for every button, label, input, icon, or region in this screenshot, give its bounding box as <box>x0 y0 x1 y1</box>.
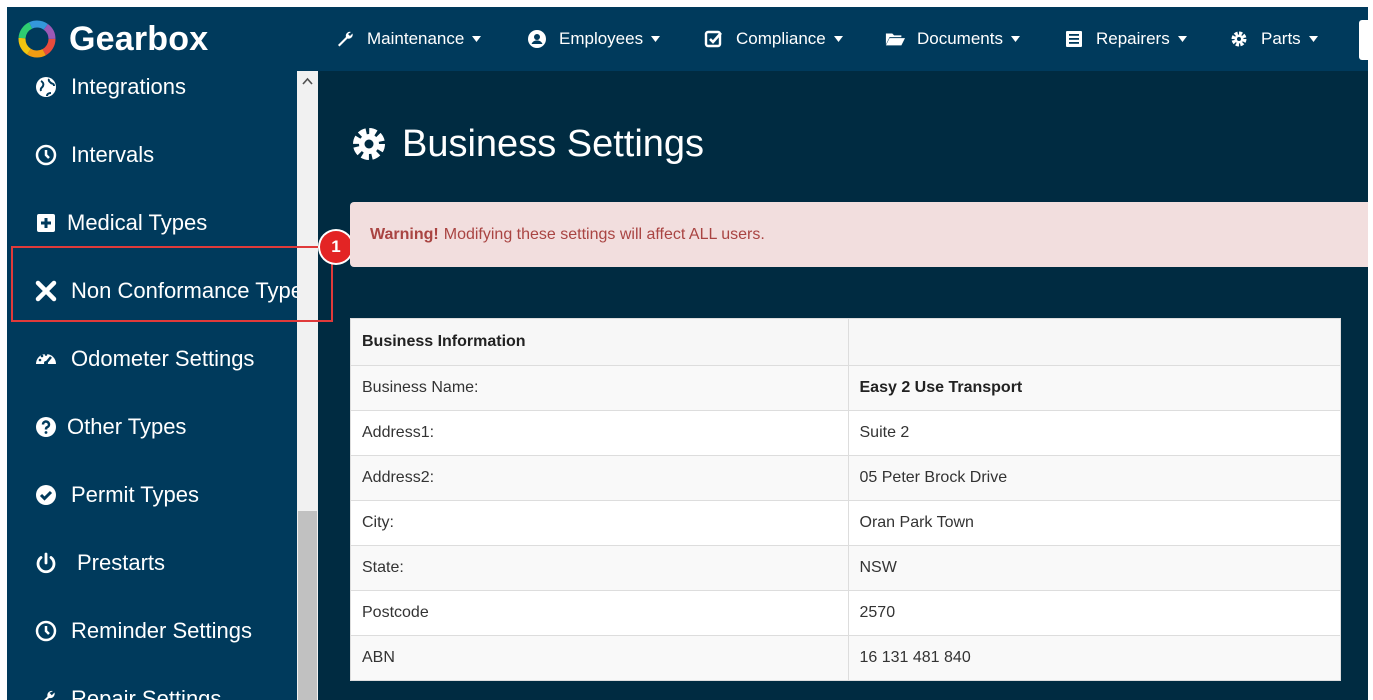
sidebar-item-medical-types[interactable]: Medical Types <box>7 201 297 245</box>
sidebar: Integrations Intervals Medical Types Non… <box>7 71 297 700</box>
nav-documents[interactable]: Documents <box>885 27 1020 51</box>
sidebar-item-label: Reminder Settings <box>71 618 252 643</box>
dashboard-icon <box>36 353 56 365</box>
scrollbar-thumb[interactable] <box>298 511 317 700</box>
brand[interactable]: Gearbox <box>15 19 208 59</box>
table-row: City: Oran Park Town <box>350 500 1341 546</box>
row-label: State: <box>350 545 849 591</box>
sidebar-item-integrations[interactable]: Integrations <box>7 71 297 109</box>
table-header-empty <box>847 318 1341 366</box>
brand-name: Gearbox <box>69 19 209 58</box>
sidebar-item-permit-types[interactable]: Permit Types <box>7 473 297 517</box>
row-value: 05 Peter Brock Drive <box>847 455 1341 501</box>
row-value: NSW <box>847 545 1341 591</box>
caret-down-icon <box>1010 36 1020 42</box>
check-square-icon <box>704 30 722 48</box>
wrench-icon <box>338 31 353 47</box>
page-title: Business Settings <box>350 121 704 167</box>
row-label: Postcode <box>350 590 849 636</box>
alert-text: Modifying these settings will affect ALL… <box>443 225 765 243</box>
nav-compliance-label: Compliance <box>736 29 826 48</box>
sidebar-item-repair-settings[interactable]: Repair Settings <box>7 677 297 700</box>
gearbox-logo-icon <box>18 20 56 58</box>
nav-parts[interactable]: Parts <box>1229 27 1318 51</box>
nav-employees[interactable]: Employees <box>527 27 661 51</box>
clock-icon <box>35 620 57 642</box>
nav-compliance[interactable]: Compliance <box>704 27 843 51</box>
row-value: 16 131 481 840 <box>847 635 1341 681</box>
sidebar-item-label: Odometer Settings <box>71 346 255 371</box>
sidebar-item-label: Repair Settings <box>71 686 222 700</box>
check-circle-icon <box>36 485 56 505</box>
nav-parts-label: Parts <box>1261 29 1301 48</box>
question-circle-icon <box>36 417 56 437</box>
table-row: Address1: Suite 2 <box>350 410 1341 456</box>
sidebar-item-label: Prestarts <box>77 550 166 575</box>
nav-maintenance-label: Maintenance <box>367 29 465 48</box>
sidebar-scrollbar[interactable] <box>297 71 318 700</box>
gear-icon <box>353 128 385 160</box>
table-header-row: Business Information <box>350 318 1341 366</box>
row-value: Oran Park Town <box>847 500 1341 546</box>
user-circle-icon <box>528 30 546 48</box>
sidebar-item-label: Permit Types <box>71 482 199 507</box>
table-row: State: NSW <box>350 545 1341 591</box>
table-header: Business Information <box>350 318 849 366</box>
sidebar-item-odometer-settings[interactable]: Odometer Settings <box>7 337 297 381</box>
sidebar-item-reminder-settings[interactable]: Reminder Settings <box>7 609 297 653</box>
sidebar-item-other-types[interactable]: Other Types <box>7 405 297 449</box>
warning-alert: Warning! Modifying these settings will a… <box>350 202 1368 267</box>
row-value: Suite 2 <box>847 410 1341 456</box>
power-icon <box>36 552 56 574</box>
page-title-text: Business Settings <box>402 122 705 165</box>
sidebar-item-label: Integrations <box>71 74 186 99</box>
top-navbar: Gearbox Maintenance Employees Compliance… <box>7 7 1368 71</box>
row-label: City: <box>350 500 849 546</box>
sidebar-item-label: Medical Types <box>67 210 208 235</box>
folder-open-icon <box>885 33 905 46</box>
scroll-up-arrow-icon[interactable] <box>297 71 318 92</box>
callout-badge: 1 <box>320 231 352 263</box>
row-label: Address2: <box>350 455 849 501</box>
gear-icon <box>1231 31 1247 47</box>
caret-down-icon <box>1308 36 1318 42</box>
row-label: Address1: <box>350 410 849 456</box>
app-window: Gearbox Maintenance Employees Compliance… <box>7 7 1368 700</box>
nav-documents-label: Documents <box>917 29 1003 48</box>
wrench-icon <box>44 690 55 700</box>
table-row: Postcode 2570 <box>350 590 1341 636</box>
caret-down-icon <box>472 36 482 42</box>
table-row: Address2: 05 Peter Brock Drive <box>350 455 1341 501</box>
row-value: Easy 2 Use Transport <box>847 365 1341 411</box>
alert-strong-text: Warning! <box>370 225 439 243</box>
sidebar-item-label: Intervals <box>71 142 155 167</box>
globe-icon <box>36 77 56 97</box>
row-label: ABN <box>350 635 849 681</box>
caret-down-icon <box>833 36 843 42</box>
nav-search-box[interactable] <box>1359 20 1368 60</box>
sidebar-item-intervals[interactable]: Intervals <box>7 133 297 177</box>
list-alt-icon <box>1066 31 1082 47</box>
nav-repairers-label: Repairers <box>1096 29 1170 48</box>
table-row: ABN 16 131 481 840 <box>350 635 1341 681</box>
row-value: 2570 <box>847 590 1341 636</box>
plus-square-icon <box>37 214 55 232</box>
sidebar-item-label: Other Types <box>67 414 187 439</box>
caret-down-icon <box>1177 36 1187 42</box>
sidebar-item-prestarts[interactable]: Prestarts <box>7 541 297 585</box>
nav-maintenance[interactable]: Maintenance <box>335 27 482 51</box>
nav-repairers[interactable]: Repairers <box>1064 27 1187 51</box>
business-info-table: Business Information Business Name: Easy… <box>350 318 1341 681</box>
row-label: Business Name: <box>350 365 849 411</box>
callout-highlight-box <box>11 246 333 322</box>
caret-down-icon <box>651 36 661 42</box>
nav-employees-label: Employees <box>559 29 644 48</box>
table-row: Business Name: Easy 2 Use Transport <box>350 365 1341 411</box>
clock-icon <box>35 144 57 166</box>
